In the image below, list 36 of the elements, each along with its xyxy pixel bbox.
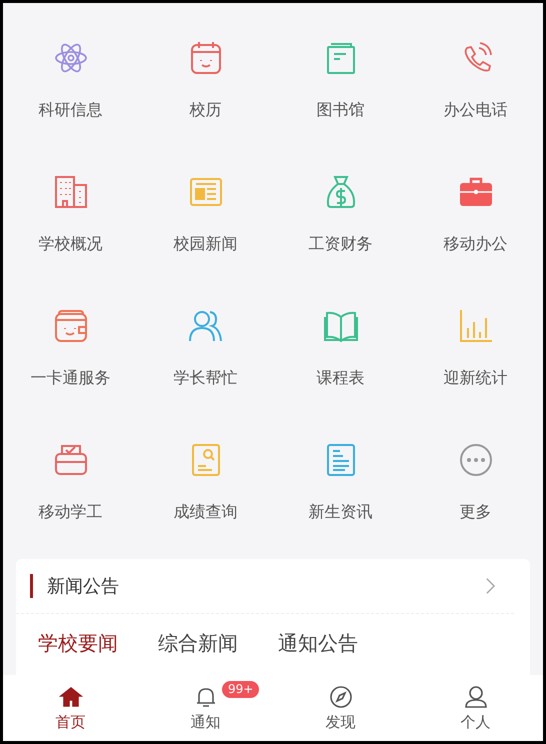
service-label[interactable]: 图书馆 (316, 100, 364, 120)
bar-chart-icon[interactable] (458, 308, 494, 344)
ballot-box-icon[interactable] (52, 442, 88, 478)
section-accent-bar (30, 574, 33, 598)
news-tab[interactable]: 综合新闻 (158, 630, 238, 657)
more-icon[interactable] (458, 442, 494, 478)
nav-tab[interactable]: 首页 (3, 675, 138, 741)
service-label[interactable]: 校园新闻 (174, 234, 238, 254)
nav-tab[interactable]: 发现 (273, 675, 408, 741)
people-icon[interactable] (188, 308, 224, 344)
service-label[interactable]: 工资财务 (308, 234, 372, 254)
building-icon[interactable] (52, 174, 88, 210)
service-label[interactable]: 迎新统计 (444, 368, 508, 388)
service-label[interactable]: 学长帮忙 (174, 368, 238, 388)
compass-icon (328, 684, 352, 708)
service-label[interactable]: 新生资讯 (308, 502, 372, 522)
section-title: 新闻公告 (47, 575, 120, 598)
service-label[interactable]: 校历 (190, 100, 222, 120)
service-label[interactable]: 课程表 (316, 368, 364, 388)
service-label[interactable]: 成绩查询 (174, 502, 238, 522)
wallet-icon[interactable] (52, 308, 88, 344)
nav-tab[interactable]: 99+ 通知 (138, 675, 273, 741)
chevron-right-icon[interactable] (485, 577, 496, 595)
service-label[interactable]: 办公电话 (444, 100, 508, 120)
service-label[interactable]: 一卡通服务 (30, 368, 110, 388)
person-icon (464, 684, 488, 708)
service-label[interactable]: 更多 (460, 502, 492, 522)
service-label[interactable]: 移动学工 (38, 502, 102, 522)
notification-count: 99+ (222, 681, 260, 698)
news-tab[interactable]: 通知公告 (278, 630, 358, 657)
nav-tab[interactable]: 个人 (408, 675, 543, 741)
service-label[interactable]: 移动办公 (444, 234, 508, 254)
home-icon (58, 684, 82, 708)
service-label[interactable]: 科研信息 (38, 100, 102, 120)
news-tab[interactable]: 学校要闻 (38, 630, 118, 657)
service-label[interactable]: 学校概况 (38, 234, 102, 254)
